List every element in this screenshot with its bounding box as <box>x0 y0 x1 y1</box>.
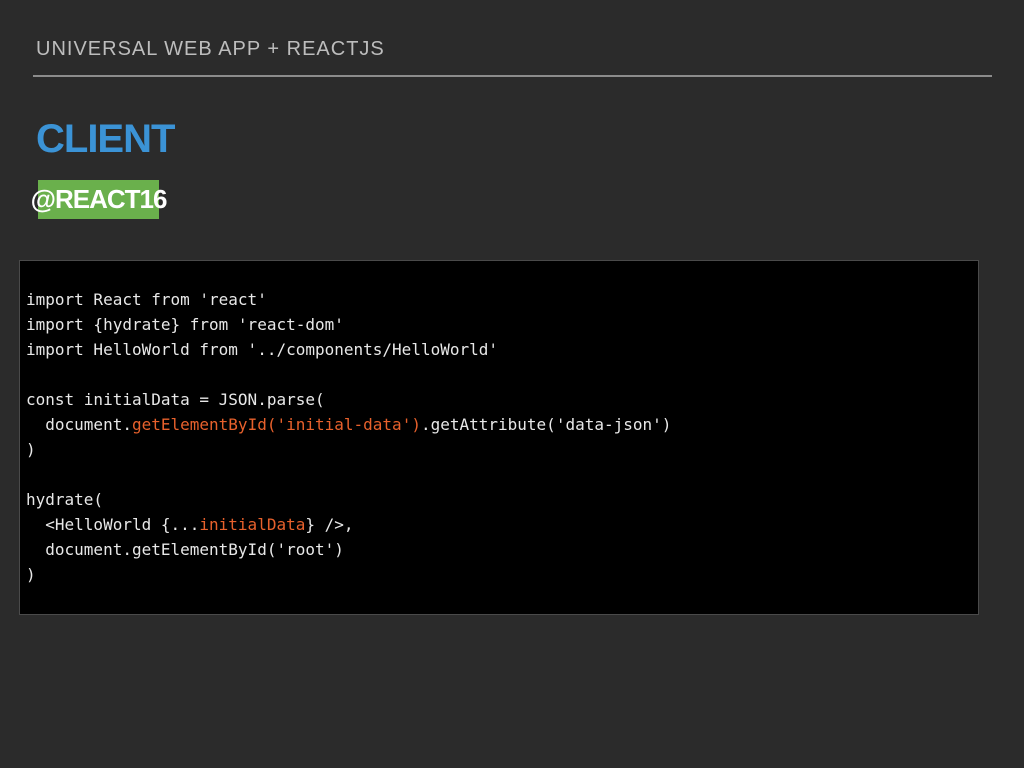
code-line: import {hydrate} from 'react-dom' <box>26 312 671 337</box>
code-text: hydrate( <box>26 490 104 509</box>
code-line: ) <box>26 562 671 587</box>
code-line: document.getElementById('root') <box>26 537 671 562</box>
code-text: import {hydrate} from 'react-dom' <box>26 315 344 334</box>
code-text: .getAttribute('data-json') <box>420 415 672 434</box>
code-text: ) <box>26 440 36 459</box>
code-text: <HelloWorld {... <box>26 515 200 534</box>
code-line: document.getElementById('initial-data').… <box>26 412 671 437</box>
code-line: <HelloWorld {...initialData} />, <box>26 512 671 537</box>
version-badge: @REACT16 <box>31 180 167 219</box>
code-line: import React from 'react' <box>26 287 671 312</box>
code-text: const initialData = JSON.parse( <box>26 390 325 409</box>
header-divider <box>33 75 992 77</box>
code-text: ) <box>26 565 36 584</box>
code-line: ) <box>26 437 671 462</box>
slide-title: CLIENT <box>36 117 175 161</box>
code-text: document.getElementById('root') <box>26 540 344 559</box>
code-line: const initialData = JSON.parse( <box>26 387 671 412</box>
code-text: import HelloWorld from '../components/He… <box>26 340 499 359</box>
code-highlight: initialData <box>199 515 306 534</box>
code-text: import React from 'react' <box>26 290 267 309</box>
code-line: hydrate( <box>26 487 671 512</box>
code-text: } />, <box>305 515 354 534</box>
code-line: import HelloWorld from '../components/He… <box>26 337 671 362</box>
code-block: import React from 'react' import {hydrate… <box>19 260 979 615</box>
code-highlight: getElementById('initial-data') <box>131 415 421 434</box>
code-text: document. <box>26 415 132 434</box>
slide-header: UNIVERSAL WEB APP + REACTJS <box>36 38 385 60</box>
code-content: import React from 'react' import {hydrate… <box>26 287 671 587</box>
